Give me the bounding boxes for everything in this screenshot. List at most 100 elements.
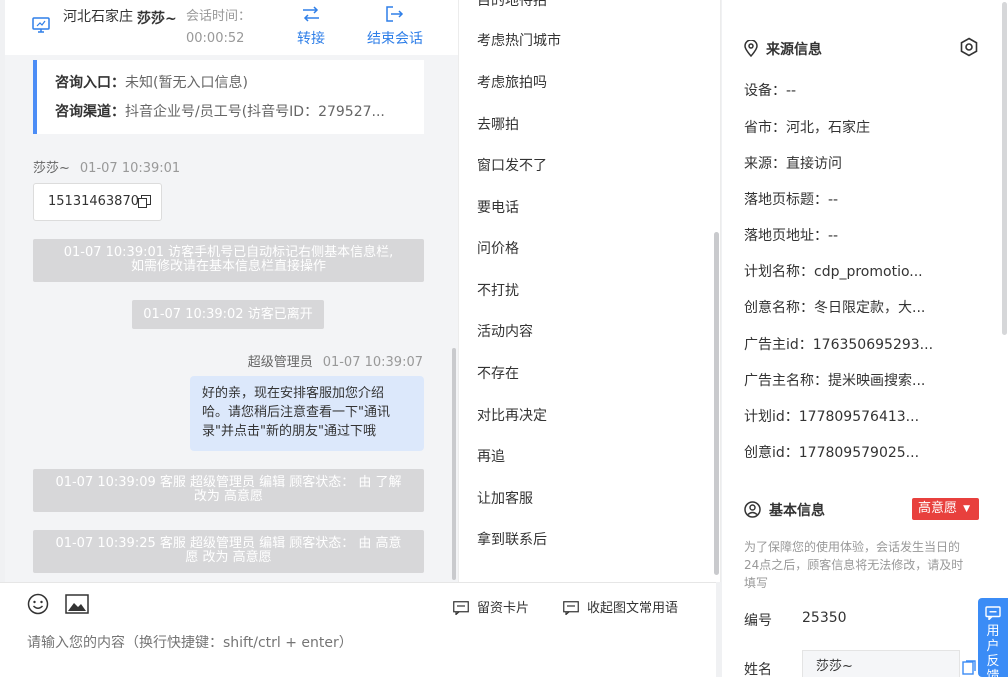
number-label: 编号	[744, 613, 772, 629]
system-message-line: 如需修改请在基本信息栏直接操作	[130, 259, 326, 274]
message-composer: 留资卡片 收起图文常用语	[0, 582, 716, 677]
phrase-item[interactable]: 去哪拍	[477, 114, 519, 134]
system-message: 01-07 10:39:09 客服 超级管理员 编辑 顾客状态： 由 了解 改为…	[33, 469, 424, 512]
phrase-item[interactable]: 目的地待拍	[477, 0, 547, 10]
agent-message-line: 好的亲，现在安排客服加您介绍	[202, 386, 385, 401]
edit-notice: 为了保障您的使用体验，会话发生当日的24点之后，顾客信息将无法修改，请及时填写	[744, 540, 964, 590]
visitor-message-time: 01-07 10:39:01	[79, 161, 181, 176]
consult-channel-value: 抖音企业号/员工号(抖音号ID：279527...	[125, 104, 385, 120]
user-icon	[744, 501, 761, 518]
phrase-item[interactable]: 再追	[477, 446, 505, 466]
source-device: 设备：--	[744, 83, 797, 99]
agent-message-sender: 超级管理员	[247, 355, 313, 370]
settings-icon[interactable]	[959, 37, 979, 57]
message-input[interactable]	[27, 635, 687, 651]
visitor-message-sender: 莎莎~	[33, 161, 70, 176]
phrase-item[interactable]: 窗口发不了	[477, 155, 547, 175]
phrase-item[interactable]: 考虑旅拍吗	[477, 72, 547, 92]
agent-message-line: 录"并点击"新的朋友"通过下哦	[202, 424, 376, 439]
collapse-phrases-button[interactable]: 收起图文常用语	[563, 597, 678, 616]
user-feedback-button[interactable]: 用户反馈	[978, 598, 1008, 677]
caret-down-icon: ▼	[963, 504, 971, 514]
phrase-item[interactable]: 不存在	[477, 363, 519, 383]
consult-info-card: 咨询入口：未知(暂无入口信息) 咨询渠道：抖音企业号/员工号(抖音号ID：279…	[33, 60, 424, 134]
card-icon	[453, 601, 469, 616]
monitor-icon	[32, 17, 50, 33]
system-message-line: 01-07 10:39:25 客服 超级管理员 编辑 顾客状态： 由 高意	[55, 536, 402, 551]
panel-scrollbar[interactable]	[1002, 2, 1007, 335]
number-value: 25350	[802, 610, 847, 626]
consult-channel-row: 咨询渠道：抖音企业号/员工号(抖音号ID：279527...	[55, 102, 415, 122]
phrases-scrollbar[interactable]	[714, 232, 719, 575]
name-label: 姓名	[744, 662, 772, 677]
transfer-button[interactable]: 转接	[292, 6, 330, 48]
feedback-icon	[985, 606, 1001, 620]
source-creative-name: 创意名称：冬日限定款，大...	[744, 300, 926, 316]
consult-channel-label: 咨询渠道：	[55, 104, 125, 120]
image-icon[interactable]	[65, 593, 89, 615]
consult-entry-row: 咨询入口：未知(暂无入口信息)	[55, 73, 415, 93]
source-landing-url: 落地页地址：--	[744, 228, 839, 244]
system-message: 01-07 10:39:01 访客手机号已自动标记右侧基本信息栏, 如需修改请在…	[33, 239, 424, 282]
lead-card-button[interactable]: 留资卡片	[453, 597, 529, 616]
session-time-label: 会话时间：	[186, 9, 252, 24]
transfer-label: 转接	[297, 31, 325, 47]
name-field[interactable]: 莎莎~	[802, 650, 960, 677]
agent-message-line: 哈。请您稍后注意查看一下"通讯	[202, 405, 390, 420]
phrase-item[interactable]: 活动内容	[477, 321, 533, 341]
collapse-phrases-label: 收起图文常用语	[587, 601, 679, 616]
phrase-item[interactable]: 要电话	[477, 197, 519, 217]
copy-icon[interactable]	[138, 195, 151, 208]
visitor-location: 河北石家庄	[63, 9, 133, 25]
source-plan-id: 计划id：177809576413...	[744, 409, 920, 425]
source-landing-title: 落地页标题：--	[744, 192, 839, 208]
agent-message-bubble: 好的亲，现在安排客服加您介绍 哈。请您稍后注意查看一下"通讯 录"并点击"新的朋…	[190, 376, 424, 451]
source-channel: 来源：直接访问	[744, 156, 842, 172]
end-session-label: 结束会话	[367, 31, 423, 47]
system-message-line: 01-07 10:39:09 客服 超级管理员 编辑 顾客状态： 由 了解	[55, 475, 402, 490]
intent-status-label: 高意愿	[918, 501, 958, 516]
chat-header: 河北石家庄 莎莎~ 会话时间： 00:00:52 转接 结束会话	[5, 0, 458, 55]
consult-entry-label: 咨询入口：	[55, 75, 125, 91]
phrase-item[interactable]: 让加客服	[477, 488, 533, 508]
phrases-icon	[563, 601, 579, 616]
consult-entry-value: 未知(暂无入口信息)	[125, 75, 248, 91]
customer-info-panel: 来源信息 设备：-- 省市：河北，石家庄 来源：直接访问 落地页标题：-- 落地…	[722, 0, 1008, 677]
source-info-title: 来源信息	[744, 39, 822, 59]
system-message: 01-07 10:39:02 访客已离开	[132, 300, 324, 329]
source-plan-name: 计划名称：cdp_promotio...	[744, 264, 923, 280]
source-advertiser-name: 广告主名称：提米映画搜索...	[744, 373, 926, 389]
phrase-item[interactable]: 拿到联系后	[477, 529, 547, 549]
visitor-message-meta: 莎莎~ 01-07 10:39:01	[33, 157, 180, 176]
visitor-name: 莎莎~	[137, 11, 177, 27]
location-pin-icon	[744, 39, 758, 58]
lead-card-label: 留资卡片	[477, 601, 530, 616]
basic-info-title: 基本信息	[744, 500, 825, 520]
user-feedback-label: 用户反馈	[986, 624, 1000, 677]
visitor-phone-number: 15131463870	[48, 194, 139, 209]
visitor-phone-message: 15131463870	[33, 183, 162, 221]
transfer-icon	[303, 6, 319, 22]
agent-message-meta: 超级管理员 01-07 10:39:07	[248, 351, 423, 370]
common-phrases-panel: 目的地待拍 考虑热门城市 考虑旅拍吗 去哪拍 窗口发不了 要电话 问价格 不打扰…	[458, 0, 721, 582]
system-message: 01-07 10:39:25 客服 超级管理员 编辑 顾客状态： 由 高意 愿 …	[33, 530, 424, 573]
emoji-icon[interactable]	[27, 593, 49, 615]
end-session-button[interactable]: 结束会话	[363, 6, 427, 48]
exit-icon	[386, 6, 404, 22]
system-message-line: 改为 高意愿	[193, 489, 264, 504]
phrase-item[interactable]: 问价格	[477, 238, 519, 258]
session-time-value: 00:00:52	[186, 31, 245, 46]
source-info-label: 来源信息	[766, 42, 822, 58]
source-creative-id: 创意id：177809579025...	[744, 445, 920, 461]
intent-status-dropdown[interactable]: 高意愿 ▼	[912, 498, 979, 520]
phrase-item[interactable]: 对比再决定	[477, 405, 547, 425]
basic-info-label: 基本信息	[769, 503, 825, 519]
phrase-item[interactable]: 考虑热门城市	[477, 30, 561, 50]
agent-message-time: 01-07 10:39:07	[322, 355, 423, 370]
source-province-city: 省市：河北，石家庄	[744, 120, 870, 136]
system-message-line: 愿 改为 高意愿	[185, 550, 272, 565]
phrase-item[interactable]: 不打扰	[477, 280, 519, 300]
document-icon[interactable]	[962, 660, 976, 675]
chat-scrollbar[interactable]	[452, 348, 456, 580]
chat-panel: 河北石家庄 莎莎~ 会话时间： 00:00:52 转接 结束会话 咨询入口：未知…	[5, 0, 458, 677]
